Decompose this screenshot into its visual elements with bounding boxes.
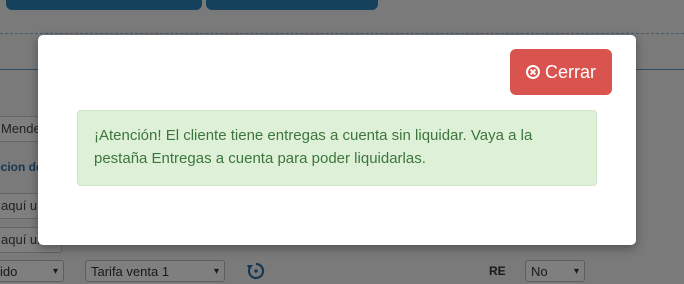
circle-x-icon <box>525 65 540 79</box>
close-button[interactable]: Cerrar <box>510 49 612 95</box>
alert-message: ¡Atención! El cliente tiene entregas a c… <box>77 110 597 186</box>
alert-dialog: Cerrar ¡Atención! El cliente tiene entre… <box>38 35 636 245</box>
close-button-label: Cerrar <box>544 61 596 82</box>
page: Mende ccion de aquí un aquí un ido ▾ Tar… <box>0 0 684 284</box>
